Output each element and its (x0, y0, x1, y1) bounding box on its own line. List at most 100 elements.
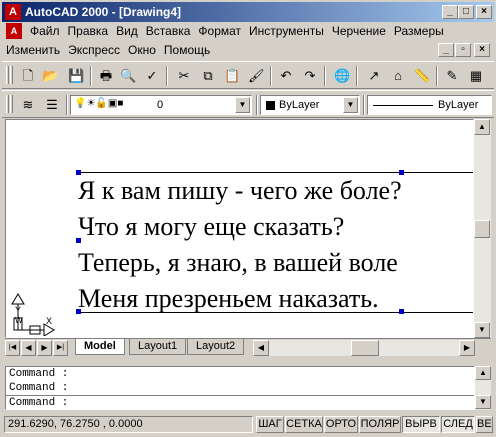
toolbar-separator (270, 66, 272, 86)
menu-window[interactable]: Окно (124, 41, 160, 60)
command-input[interactable]: Command : (6, 395, 474, 409)
menu-help[interactable]: Помощь (160, 41, 214, 60)
menu-modify[interactable]: Изменить (2, 41, 64, 60)
scroll-thumb[interactable] (474, 220, 490, 238)
toolbar-grip[interactable] (10, 66, 13, 84)
mtext-line: Меня презреньем наказать. (78, 284, 379, 313)
menu-dimension[interactable]: Размеры (390, 22, 448, 41)
mtext-line: Теперь, я знаю, в вашей воле (78, 248, 398, 277)
color-dropdown[interactable]: ByLayer ▼ (260, 95, 360, 115)
snap-from-icon[interactable]: ↗ (366, 68, 382, 84)
match-properties-icon[interactable]: 🖌 (248, 68, 265, 84)
layer-value: 0 (157, 99, 164, 111)
last-tab-button[interactable]: ▶| (53, 340, 68, 356)
menu-tools[interactable]: Инструменты (245, 22, 328, 41)
title-bar[interactable]: A AutoCAD 2000 - [Drawing4] _ □ × (2, 2, 494, 22)
tab-layout1[interactable]: Layout1 (129, 339, 187, 355)
copy-icon[interactable]: ⧉ (200, 68, 216, 84)
menu-view[interactable]: Вид (112, 22, 142, 41)
make-layer-current-icon[interactable]: ≋ (20, 97, 36, 113)
menu-express[interactable]: Экспресс (64, 41, 124, 60)
otrack-toggle[interactable]: СЛЕД (441, 416, 475, 433)
menu-format[interactable]: Формат (194, 22, 245, 41)
layout-tab-row: |◀ ◀ ▶ ▶| Model Layout1 Layout2 ◀ ▶ (5, 338, 491, 356)
open-icon[interactable]: 📂 (42, 68, 58, 84)
command-history-line: Command : (9, 368, 69, 380)
maximize-button[interactable]: □ (458, 5, 474, 19)
adcenter-icon[interactable]: ▦ (468, 68, 484, 84)
grid-toggle[interactable]: СЕТКА (285, 416, 323, 433)
mtext-line: Что я могу еще сказать? (78, 212, 345, 241)
ucs-icon[interactable]: ⌂ (390, 68, 406, 84)
command-scrollbar[interactable]: ▲ ▼ (475, 366, 491, 410)
toolbar-separator (66, 95, 68, 115)
menu-edit[interactable]: Правка (64, 22, 113, 41)
next-tab-button[interactable]: ▶ (37, 340, 52, 356)
window-title: AutoCAD 2000 - [Drawing4] (25, 5, 182, 19)
ortho-toggle[interactable]: ОРТО (324, 416, 358, 433)
scroll-corner (475, 340, 491, 356)
coordinate-readout[interactable]: 291.6290, 76.2750 , 0.0000 (4, 416, 253, 433)
standard-toolbar: 🗋 📂 💾 🖶 🔍 ✓ ✂ ⧉ 📋 🖌 ↶ ↷ 🌐 ↗ ⌂ 📏 ✎ ▦ (2, 61, 494, 89)
layer-plot-icon: ▣ (107, 98, 118, 109)
layer-on-icon: 💡 (74, 98, 87, 109)
paste-icon[interactable]: 📋 (224, 68, 240, 84)
close-button[interactable]: × (476, 5, 492, 19)
scroll-right-button[interactable]: ▶ (459, 340, 475, 356)
properties-icon[interactable]: ✎ (444, 68, 460, 84)
scroll-left-button[interactable]: ◀ (253, 340, 269, 356)
drawing-canvas[interactable]: Я к вам пишу - чего же боле? Что я могу … (5, 119, 474, 338)
toolbar-separator (363, 95, 365, 115)
scroll-up-button[interactable]: ▲ (475, 366, 491, 380)
menu-draw[interactable]: Черчение (328, 22, 390, 41)
status-bar: 291.6290, 76.2750 , 0.0000 ШАГ СЕТКА ОРТ… (2, 414, 494, 435)
chevron-down-icon[interactable]: ▼ (343, 97, 358, 113)
web-icon[interactable]: 🌐 (334, 68, 350, 84)
snap-toggle[interactable]: ШАГ (256, 416, 284, 433)
layer-dropdown[interactable]: 💡☀🔓▣■ 0 ▼ (70, 95, 252, 115)
undo-icon[interactable]: ↶ (278, 68, 294, 84)
autocad-app-icon[interactable]: A (5, 4, 21, 20)
command-window[interactable]: Command : Command : Command : (5, 366, 475, 410)
tab-layout2[interactable]: Layout2 (187, 339, 245, 355)
save-icon[interactable]: 💾 (68, 68, 84, 84)
polar-toggle[interactable]: ПОЛЯР (359, 416, 401, 433)
osnap-toggle[interactable]: ВЫРВ (402, 416, 440, 433)
print-icon[interactable]: 🖶 (98, 68, 114, 84)
hscroll-thumb[interactable] (351, 340, 379, 356)
doc-close-button[interactable]: × (474, 43, 490, 57)
first-tab-button[interactable]: |◀ (5, 340, 20, 356)
doc-minimize-button[interactable]: _ (438, 43, 454, 57)
prev-tab-button[interactable]: ◀ (21, 340, 36, 356)
toolbar-grip[interactable] (6, 66, 9, 84)
new-icon[interactable]: 🗋 (20, 68, 36, 84)
spellcheck-icon[interactable]: ✓ (144, 68, 160, 84)
object-properties-toolbar: ≋ ☰ 💡☀🔓▣■ 0 ▼ ByLayer ▼ ByLayer (2, 90, 494, 118)
print-preview-icon[interactable]: 🔍 (120, 68, 136, 84)
chevron-down-icon[interactable]: ▼ (235, 97, 250, 113)
linetype-dropdown[interactable]: ByLayer (367, 95, 492, 115)
tab-model[interactable]: Model (75, 339, 125, 355)
toolbar-grip[interactable] (10, 95, 13, 113)
menu-bar-row-1: A Файл Правка Вид Вставка Формат Инструменты Че… (2, 22, 494, 41)
mtext-object[interactable]: Я к вам пишу - чего же боле? Что я могу … (78, 173, 402, 317)
scroll-up-button[interactable]: ▲ (474, 119, 490, 135)
cut-icon[interactable]: ✂ (176, 68, 192, 84)
layers-icon[interactable]: ☰ (44, 97, 60, 113)
linetype-sample (373, 105, 433, 106)
menu-insert[interactable]: Вставка (142, 22, 195, 41)
scroll-down-button[interactable]: ▼ (475, 395, 491, 409)
toolbar-separator (324, 66, 326, 86)
scroll-down-button[interactable]: ▼ (474, 322, 490, 338)
toolbar-separator (436, 66, 438, 86)
distance-icon[interactable]: 📏 (414, 68, 430, 84)
minimize-button[interactable]: _ (442, 5, 458, 19)
redo-icon[interactable]: ↷ (302, 68, 318, 84)
lineweight-toggle[interactable]: ВЕС (476, 416, 493, 433)
menu-file[interactable]: Файл (26, 22, 64, 41)
doc-restore-button[interactable]: ▫ (455, 43, 471, 57)
document-icon[interactable]: A (6, 23, 22, 39)
vertical-scrollbar[interactable]: ▲ ▼ (474, 119, 491, 338)
horizontal-scrollbar[interactable]: ◀ ▶ (253, 340, 475, 356)
toolbar-grip[interactable] (6, 95, 9, 113)
